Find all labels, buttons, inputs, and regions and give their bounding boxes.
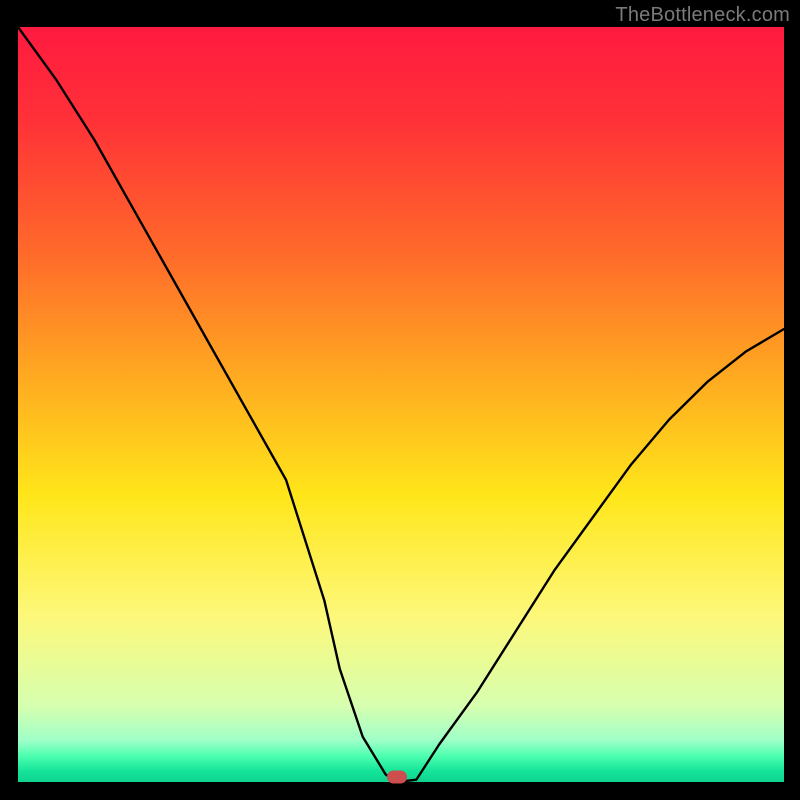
bottleneck-chart xyxy=(0,0,800,800)
watermark-text: TheBottleneck.com xyxy=(615,4,790,27)
gradient-background xyxy=(18,27,784,782)
chart-stage: TheBottleneck.com xyxy=(0,0,800,800)
optimum-marker xyxy=(387,770,407,783)
